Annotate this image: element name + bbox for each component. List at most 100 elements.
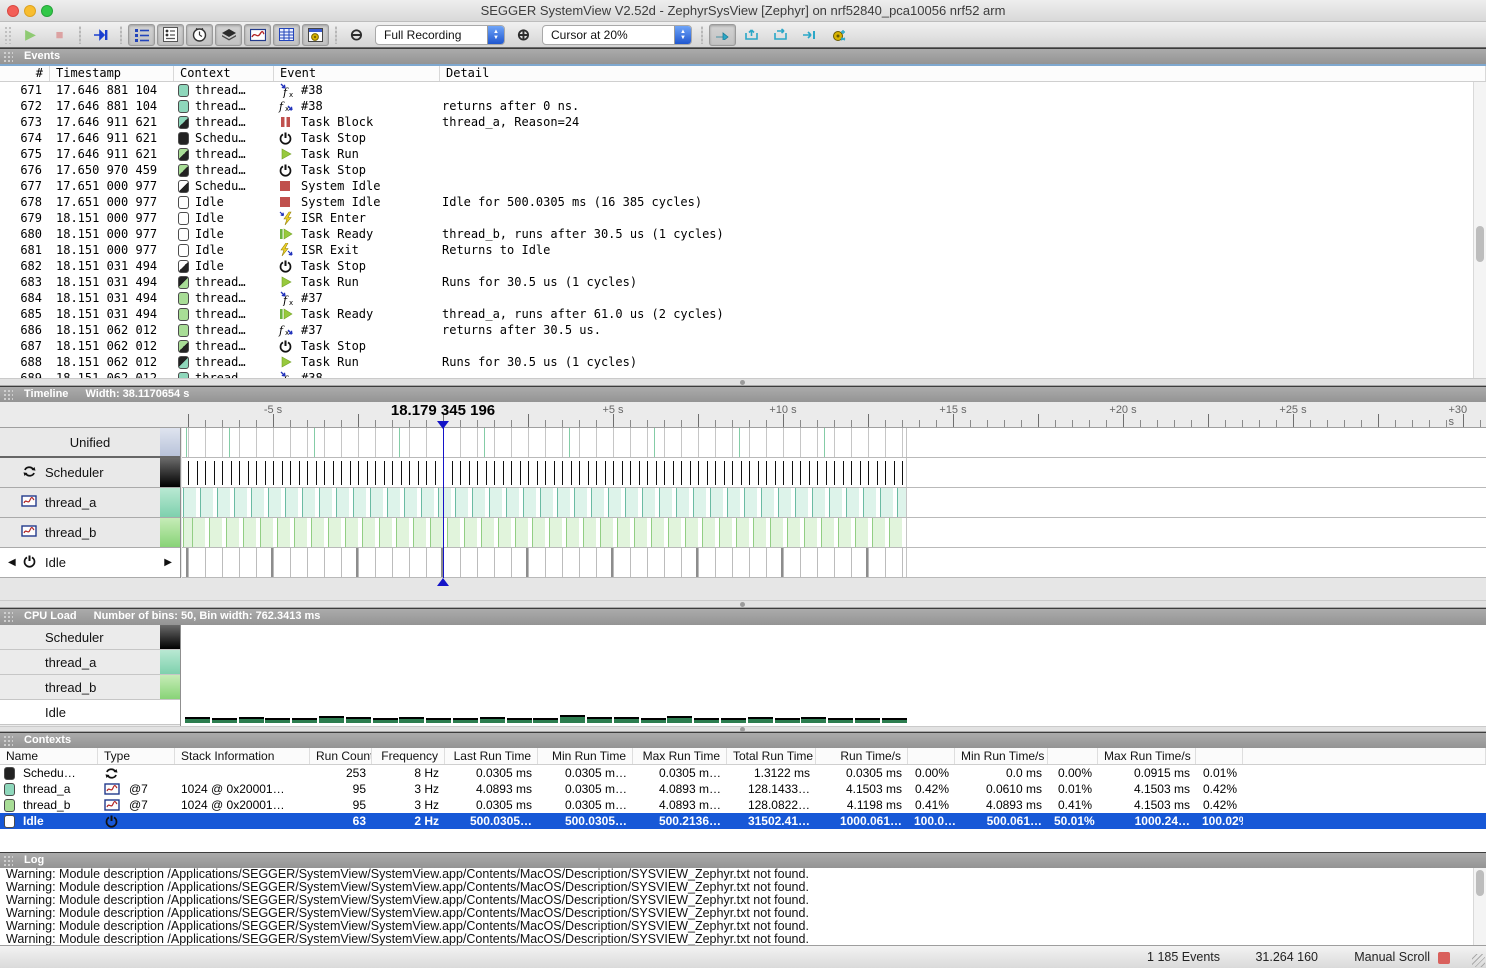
event-row[interactable]: 675 17.646 911 621 thread… Task Run — [0, 146, 1486, 162]
show-timers-button[interactable] — [186, 24, 213, 46]
event-row[interactable]: 684 18.151 031 494 thread… fx#37 — [0, 290, 1486, 306]
show-events-button[interactable] — [128, 24, 155, 46]
zoom-out-button[interactable]: ⊖ — [343, 24, 370, 46]
scroll-left-icon[interactable]: ◀ — [8, 557, 16, 568]
timeline-chart[interactable] — [182, 428, 1486, 578]
recording-range-select[interactable]: Full Recording ▲▼ — [375, 25, 505, 45]
splitter-events-timeline[interactable] — [0, 378, 1486, 386]
log-scrollbar[interactable] — [1473, 868, 1486, 945]
contexts-column-last-run-time[interactable]: Last Run Time — [445, 748, 538, 764]
window-resize-grip[interactable] — [1472, 954, 1485, 967]
step-out-button[interactable] — [738, 24, 765, 46]
events-column-event[interactable]: Event — [274, 66, 440, 81]
event-row[interactable]: 685 18.151 031 494 thread… Task Ready th… — [0, 306, 1486, 322]
show-timeline-button[interactable] — [244, 24, 271, 46]
contexts-column-pct[interactable] — [908, 748, 955, 764]
zoom-in-button[interactable]: ⊕ — [510, 24, 537, 46]
cursor-marker-top[interactable] — [437, 421, 449, 429]
events-scrollbar-thumb[interactable] — [1476, 226, 1484, 262]
contexts-column-pct[interactable] — [1048, 748, 1098, 764]
show-terminal-button[interactable] — [157, 24, 184, 46]
run-settings-button[interactable] — [825, 24, 852, 46]
timeline-track-scheduler[interactable] — [182, 458, 1486, 488]
timeline-ruler[interactable]: 18.179 345 196 -5 s+5 s+10 s+15 s+20 s+2… — [0, 402, 1486, 428]
log-scrollbar-thumb[interactable] — [1476, 870, 1484, 896]
goto-next-task-button[interactable] — [796, 24, 823, 46]
contexts-column-header[interactable]: NameTypeStack InformationRun CountFreque… — [0, 748, 1486, 765]
contexts-column-max-run-time-s[interactable]: Max Run Time/s — [1098, 748, 1196, 764]
timeline-track-unified[interactable] — [182, 428, 1486, 458]
contexts-column-pct[interactable] — [1243, 748, 1486, 764]
show-system-button[interactable] — [302, 24, 329, 46]
show-cpu-button[interactable] — [215, 24, 242, 46]
event-row[interactable]: 689 18.151 062 012 thread… fx#38 — [0, 370, 1486, 378]
event-row[interactable]: 672 17.646 881 104 thread… fx#38 returns… — [0, 98, 1486, 114]
show-contexts-button[interactable] — [273, 24, 300, 46]
event-row[interactable]: 674 17.646 911 621 Schedu… Task Stop — [0, 130, 1486, 146]
cursor-marker-bottom[interactable] — [437, 578, 449, 586]
timeline-row-unified[interactable]: Unified — [0, 428, 180, 458]
toolbar-drag-handle[interactable] — [4, 26, 12, 44]
contexts-column-stack-information[interactable]: Stack Information — [175, 748, 310, 764]
timeline-track-thread_a[interactable] — [182, 488, 1486, 518]
event-row[interactable]: 687 18.151 062 012 thread… Task Stop — [0, 338, 1486, 354]
events-column-context[interactable]: Context — [174, 66, 274, 81]
contexts-column-name[interactable]: Name — [0, 748, 98, 764]
timeline-row-idle[interactable]: Idle◀▶ — [0, 548, 180, 578]
contexts-column-min-run-time[interactable]: Min Run Time — [538, 748, 633, 764]
contexts-panel-header[interactable]: Contexts — [0, 732, 1486, 748]
events-column-header[interactable]: #TimestampContextEventDetail — [0, 66, 1486, 82]
contexts-column-run-count[interactable]: Run Count — [310, 748, 372, 764]
events-column-num[interactable]: # — [0, 66, 50, 81]
event-row[interactable]: 686 18.151 062 012 thread… fx#37 returns… — [0, 322, 1486, 338]
events-column-timestamp[interactable]: Timestamp — [50, 66, 174, 81]
events-panel-header[interactable]: Events — [0, 48, 1486, 64]
event-row[interactable]: 680 18.151 000 977 Idle Task Ready threa… — [0, 226, 1486, 242]
cursor-line[interactable] — [443, 428, 444, 578]
cpu-row-thread_b[interactable]: thread_b — [0, 675, 180, 700]
cpu-load-panel-header[interactable]: CPU Load Number of bins: 50, Bin width: … — [0, 608, 1486, 625]
event-row[interactable]: 677 17.651 000 977 Schedu… System Idle — [0, 178, 1486, 194]
events-column-detail[interactable]: Detail — [440, 66, 1486, 81]
cpu-row-idle[interactable]: Idle — [0, 700, 180, 725]
timeline-row-thread_a[interactable]: thread_a — [0, 488, 180, 518]
contexts-column-max-run-time[interactable]: Max Run Time — [633, 748, 727, 764]
event-row[interactable]: 683 18.151 031 494 thread… Task Run Runs… — [0, 274, 1486, 290]
event-row[interactable]: 671 17.646 881 104 thread… fx#38 — [0, 82, 1486, 98]
event-row[interactable]: 688 18.151 062 012 thread… Task Run Runs… — [0, 354, 1486, 370]
event-row[interactable]: 679 18.151 000 977 Idle ISR Enter — [0, 210, 1486, 226]
cpu-load-chart[interactable] — [182, 625, 1486, 726]
event-row[interactable]: 676 17.650 970 459 thread… Task Stop — [0, 162, 1486, 178]
timeline-row-scheduler[interactable]: Scheduler — [0, 458, 180, 488]
timeline-row-thread_b[interactable]: thread_b — [0, 518, 180, 548]
goto-end-button[interactable] — [87, 24, 114, 46]
context-row-thread_a[interactable]: thread_a@71024 @ 0x20001…953 Hz4.0893 ms… — [0, 781, 1486, 797]
splitter-timeline-cpu[interactable] — [0, 600, 1486, 608]
contexts-column-total-run-time[interactable]: Total Run Time — [727, 748, 816, 764]
event-row[interactable]: 682 18.151 031 494 Idle Task Stop — [0, 258, 1486, 274]
log-panel-header[interactable]: Log — [0, 852, 1486, 868]
contexts-column-min-run-time-s[interactable]: Min Run Time/s — [955, 748, 1048, 764]
contexts-column-pct[interactable] — [1196, 748, 1243, 764]
context-row-thread_b[interactable]: thread_b@71024 @ 0x20001…953 Hz0.0305 ms… — [0, 797, 1486, 813]
contexts-column-run-time-s[interactable]: Run Time/s — [816, 748, 908, 764]
timeline-track-thread_b[interactable] — [182, 518, 1486, 548]
context-row-schedu[interactable]: Schedu…2538 Hz0.0305 ms0.0305 m…0.0305 m… — [0, 765, 1486, 781]
cursor-position-select[interactable]: Cursor at 20% ▲▼ — [542, 25, 692, 45]
contexts-column-frequency[interactable]: Frequency — [372, 748, 445, 764]
event-row[interactable]: 678 17.651 000 977 Idle System Idle Idle… — [0, 194, 1486, 210]
contexts-column-type[interactable]: Type — [98, 748, 175, 764]
scroll-right-icon[interactable]: ▶ — [164, 557, 172, 568]
cpu-row-thread_a[interactable]: thread_a — [0, 650, 180, 675]
context-row-idle[interactable]: Idle632 Hz500.0305…500.0305…500.2136…315… — [0, 813, 1486, 829]
start-recording-button[interactable]: ▶ — [17, 24, 44, 46]
stop-recording-button[interactable]: ■ — [46, 24, 73, 46]
cpu-row-scheduler[interactable]: Scheduler — [0, 625, 180, 650]
timeline-panel-header[interactable]: Timeline Width: 38.1170654 s — [0, 386, 1486, 402]
event-row[interactable]: 681 18.151 000 977 Idle ISR Exit Returns… — [0, 242, 1486, 258]
step-over-button[interactable] — [767, 24, 794, 46]
recording-indicator-icon[interactable] — [1438, 952, 1450, 964]
goto-next-event-button[interactable] — [709, 24, 736, 46]
events-scrollbar[interactable] — [1473, 82, 1486, 378]
event-row[interactable]: 673 17.646 911 621 thread… Task Block th… — [0, 114, 1486, 130]
